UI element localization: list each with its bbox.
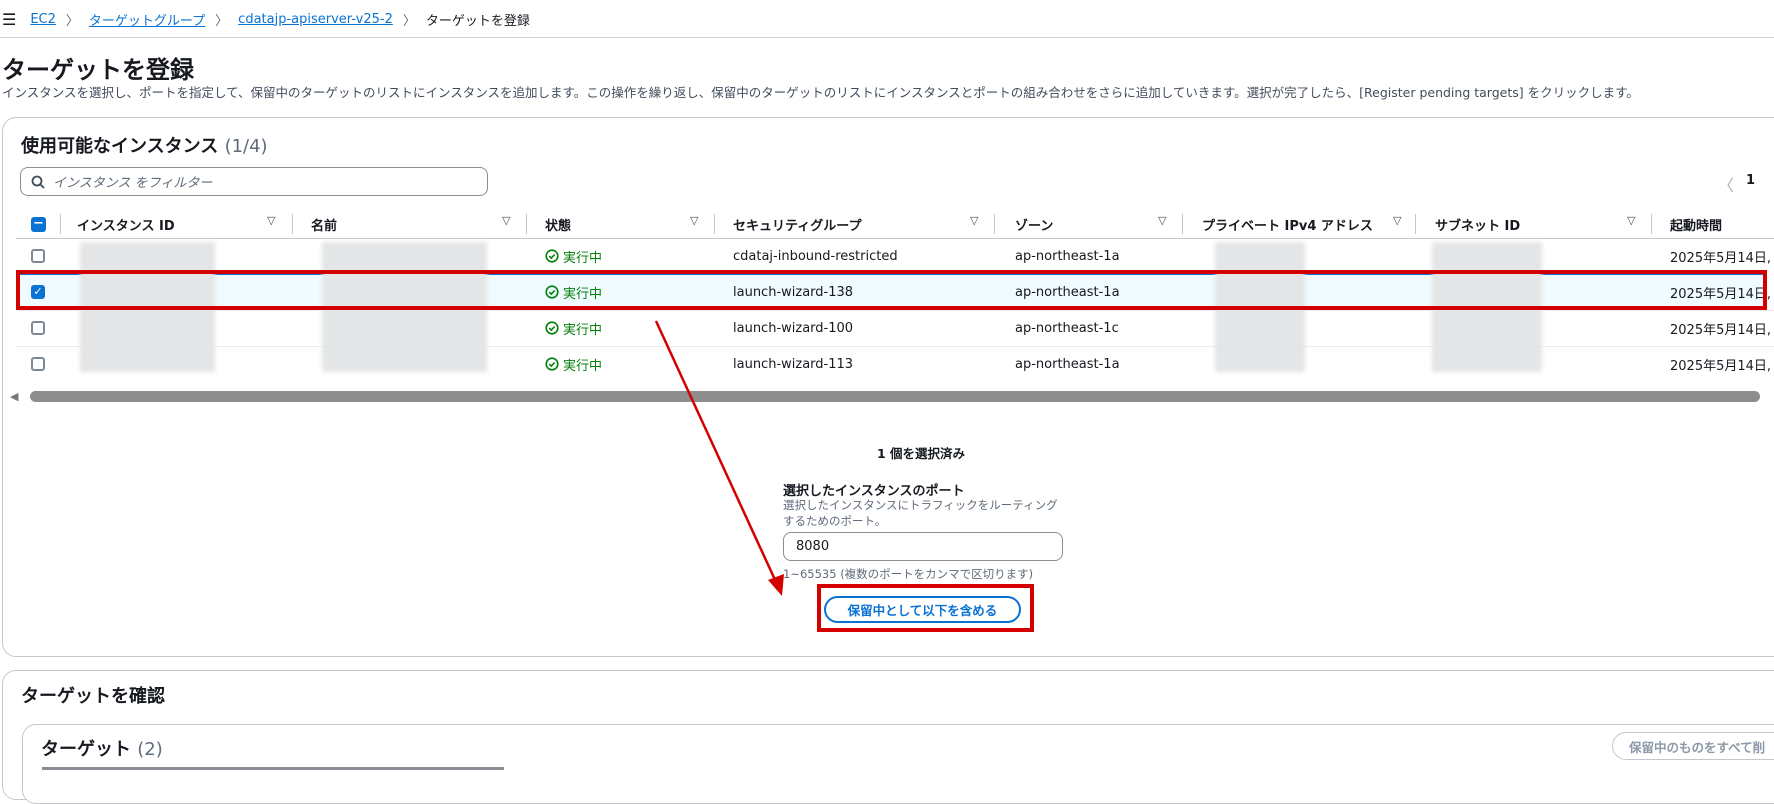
targets-card [22,724,1774,804]
remove-all-pending-button[interactable]: 保留中のものをすべて削 [1612,732,1774,760]
annotation-arrow [654,320,784,596]
review-heading: ターゲットを確認 [21,686,165,707]
targets-heading: ターゲット (2) [41,739,163,760]
